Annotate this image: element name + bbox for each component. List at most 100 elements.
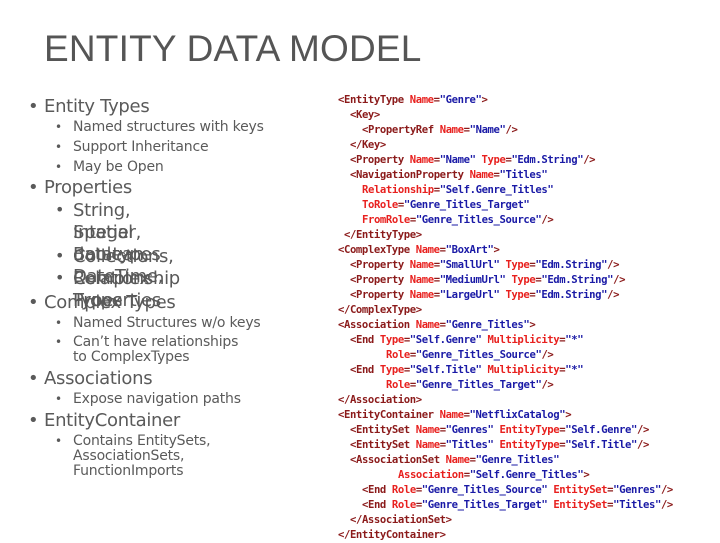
sub-bullet-text: Can’t have relationships: [73, 334, 239, 350]
xml-value: "Self.Title": [409, 364, 482, 376]
xml-value: "Genres": [613, 484, 661, 496]
bullet-icon: •: [55, 316, 62, 330]
xml-tag: />: [607, 289, 620, 301]
code-line: <EntityContainer Name="NetflixCatalog">: [338, 408, 673, 423]
xml-tag: >: [529, 319, 536, 331]
xml-tag: >: [493, 244, 500, 256]
code-line: <Property Name="MediumUrl" Type="Edm.Str…: [338, 273, 673, 288]
xml-tag: />: [505, 124, 518, 136]
code-line: </Key>: [338, 138, 673, 153]
code-line: <AssociationSet Name="Genre_Titles": [338, 453, 673, 468]
bullet-icon: •: [55, 200, 65, 219]
bullet-text: Complex Types: [44, 292, 176, 313]
xml-attribute: ToRole: [362, 199, 398, 211]
xml-tag: />: [660, 499, 673, 511]
xml-attribute: Relationship: [362, 184, 434, 196]
xml-attribute: Name: [409, 94, 434, 106]
xml-tag: <Association: [338, 319, 416, 331]
xml-tag: <ComplexType: [338, 244, 416, 256]
xml-value: "Edm.String": [511, 154, 584, 166]
xml-tag: />: [637, 439, 649, 451]
xml-attribute: Type: [505, 259, 530, 271]
xml-attribute: Name: [439, 409, 464, 421]
xml-value: "MediumUrl": [439, 274, 506, 286]
bullet-text: Entity Types: [44, 96, 150, 117]
xml-tag: <Property: [350, 274, 410, 286]
xml-value: "Genre_Titles": [445, 319, 530, 331]
xml-tag: <EntityType: [338, 94, 410, 106]
xml-attribute: Name: [415, 439, 440, 451]
xml-attribute: Role: [386, 379, 410, 391]
bullet-icon: •: [28, 96, 39, 117]
xml-attribute: Name: [415, 424, 440, 436]
bullet-icon: •: [55, 335, 62, 349]
xml-tag: <End: [350, 334, 380, 346]
xml-value: "Genre_Titles_Target": [421, 499, 548, 511]
code-line: <Property Name="SmallUrl" Type="Edm.Stri…: [338, 258, 673, 273]
bullet-icon: •: [55, 120, 62, 134]
code-line: <NavigationProperty Name="Titles": [338, 168, 673, 183]
bullet-text: Associations: [44, 368, 153, 389]
xml-attribute: Name: [415, 319, 440, 331]
xml-attribute: Name: [409, 274, 434, 286]
xml-tag: <Property: [350, 154, 410, 166]
xml-value: "Genre_Titles": [475, 454, 560, 466]
sub-bullet-text: Named structures with keys: [73, 119, 264, 135]
bullet-icon: •: [55, 140, 62, 154]
code-line: <End Role="Genre_Titles_Source" EntitySe…: [338, 483, 673, 498]
xml-attribute: EntityType: [499, 424, 560, 436]
xml-attribute: Type: [511, 274, 536, 286]
xml-tag: />: [541, 214, 554, 226]
code-line: Role="Genre_Titles_Source"/>: [338, 348, 673, 363]
xml-attribute: Type: [481, 154, 506, 166]
code-line: <ComplexType Name="BoxArt">: [338, 243, 673, 258]
code-line: <EntityType Name="Genre">: [338, 93, 673, 108]
sub-bullet-text: Support Inheritance: [73, 139, 209, 155]
bullet-icon: •: [28, 177, 39, 198]
bullet-icon: •: [28, 292, 39, 313]
sub-bullet-text: Named Structures w/o keys: [73, 315, 261, 331]
xml-attribute: Name: [445, 454, 470, 466]
xml-attribute: EntityType: [499, 439, 560, 451]
code-line: </ComplexType>: [338, 303, 673, 318]
xml-tag: <EntityContainer: [338, 409, 440, 421]
code-line: Role="Genre_Titles_Target"/>: [338, 378, 673, 393]
xml-attribute: EntitySet: [553, 484, 608, 496]
code-line: <Key>: [338, 108, 673, 123]
sub-bullet-text: FunctionImports: [73, 463, 184, 479]
xml-attribute: Name: [469, 169, 494, 181]
xml-value: "Name": [469, 124, 506, 136]
xml-attribute: Name: [409, 154, 434, 166]
xml-tag: <EntitySet: [350, 439, 416, 451]
code-line: Association="Self.Genre_Titles">: [338, 468, 673, 483]
sub-bullet-text: to ComplexTypes: [73, 349, 190, 365]
xml-value: "Genres": [445, 424, 494, 436]
xml-tag: </EntityContainer>: [338, 529, 446, 541]
xml-value: "NetflixCatalog": [469, 409, 566, 421]
bullet-text: EntityContainer: [44, 410, 181, 431]
code-line: <Property Name="LargeUrl" Type="Edm.Stri…: [338, 288, 673, 303]
xml-tag: </AssociationSet>: [350, 514, 452, 526]
xml-tag: />: [541, 349, 554, 361]
xml-attribute: Association: [398, 469, 464, 481]
xml-tag: </Association>: [338, 394, 422, 406]
code-line: </EntityType>: [338, 228, 673, 243]
bullet-icon: •: [55, 246, 65, 265]
xml-tag: <Property: [350, 289, 410, 301]
sub-bullet-text: May be Open: [73, 159, 164, 175]
xml-attribute: EntitySet: [553, 499, 608, 511]
xml-tag: >: [583, 469, 590, 481]
xml-value: "Edm.String": [541, 274, 614, 286]
bullet-icon: •: [55, 268, 65, 287]
xml-tag: />: [613, 274, 626, 286]
code-line: <End Role="Genre_Titles_Target" EntitySe…: [338, 498, 673, 513]
xml-value: "Self.Title": [565, 439, 637, 451]
code-line: </EntityContainer>: [338, 528, 673, 543]
code-line: <End Type="Self.Title" Multiplicity="*": [338, 363, 673, 378]
xml-tag: </ComplexType>: [338, 304, 422, 316]
code-line: <End Type="Self.Genre" Multiplicity="*": [338, 333, 673, 348]
code-line: <Association Name="Genre_Titles">: [338, 318, 673, 333]
xml-tag: />: [607, 259, 620, 271]
xml-tag: <NavigationProperty: [350, 169, 470, 181]
xml-value: "Titles": [499, 169, 548, 181]
